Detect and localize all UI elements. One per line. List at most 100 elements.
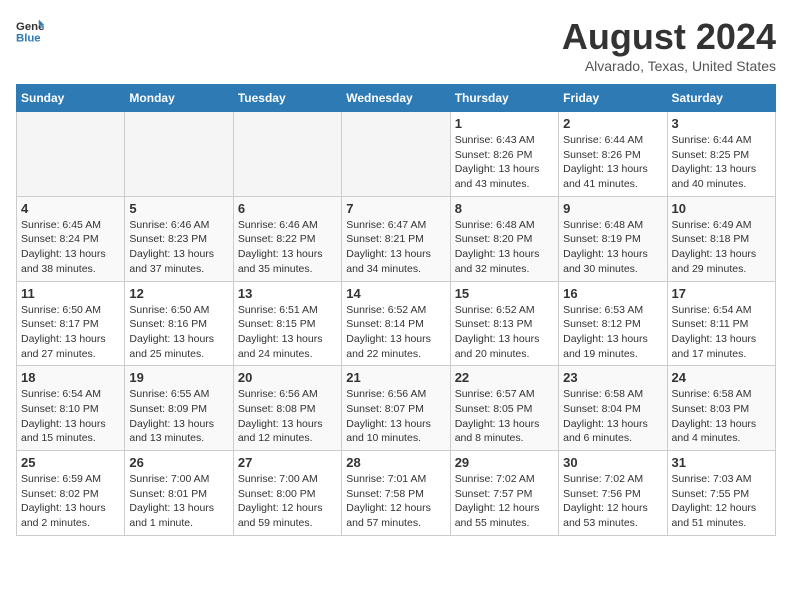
day-info: Sunrise: 7:02 AM Sunset: 7:56 PM Dayligh…: [563, 472, 662, 531]
title-area: August 2024 Alvarado, Texas, United Stat…: [562, 16, 776, 74]
day-header-thursday: Thursday: [450, 85, 558, 112]
day-info: Sunrise: 6:57 AM Sunset: 8:05 PM Dayligh…: [455, 387, 554, 446]
calendar-cell: 4 Sunrise: 6:45 AM Sunset: 8:24 PM Daylig…: [17, 196, 125, 281]
day-info: Sunrise: 6:53 AM Sunset: 8:12 PM Dayligh…: [563, 303, 662, 362]
day-number: 9: [563, 201, 662, 216]
day-info: Sunrise: 6:46 AM Sunset: 8:23 PM Dayligh…: [129, 218, 228, 277]
day-number: 14: [346, 286, 445, 301]
day-info: Sunrise: 7:01 AM Sunset: 7:58 PM Dayligh…: [346, 472, 445, 531]
day-info: Sunrise: 7:02 AM Sunset: 7:57 PM Dayligh…: [455, 472, 554, 531]
day-number: 6: [238, 201, 337, 216]
day-number: 31: [672, 455, 771, 470]
calendar-cell: 14 Sunrise: 6:52 AM Sunset: 8:14 PM Dayli…: [342, 281, 450, 366]
calendar-cell: 22 Sunrise: 6:57 AM Sunset: 8:05 PM Dayli…: [450, 366, 558, 451]
day-number: 2: [563, 116, 662, 131]
logo-icon: General Blue: [16, 16, 44, 44]
day-info: Sunrise: 6:47 AM Sunset: 8:21 PM Dayligh…: [346, 218, 445, 277]
day-number: 10: [672, 201, 771, 216]
calendar-week-row: 25 Sunrise: 6:59 AM Sunset: 8:02 PM Dayli…: [17, 451, 776, 536]
calendar-cell: 31 Sunrise: 7:03 AM Sunset: 7:55 PM Dayli…: [667, 451, 775, 536]
calendar-week-row: 1Sunrise: 6:43 AM Sunset: 8:26 PM Daylig…: [17, 112, 776, 197]
calendar-cell: [233, 112, 341, 197]
calendar-week-row: 4 Sunrise: 6:45 AM Sunset: 8:24 PM Daylig…: [17, 196, 776, 281]
day-number: 16: [563, 286, 662, 301]
day-header-wednesday: Wednesday: [342, 85, 450, 112]
calendar-cell: 19 Sunrise: 6:55 AM Sunset: 8:09 PM Dayli…: [125, 366, 233, 451]
calendar-cell: 15 Sunrise: 6:52 AM Sunset: 8:13 PM Dayli…: [450, 281, 558, 366]
day-info: Sunrise: 6:58 AM Sunset: 8:04 PM Dayligh…: [563, 387, 662, 446]
day-number: 5: [129, 201, 228, 216]
day-info: Sunrise: 6:50 AM Sunset: 8:17 PM Dayligh…: [21, 303, 120, 362]
calendar-cell: 27Sunrise: 7:00 AM Sunset: 8:00 PM Dayli…: [233, 451, 341, 536]
calendar-cell: 23 Sunrise: 6:58 AM Sunset: 8:04 PM Dayli…: [559, 366, 667, 451]
page-header: General Blue August 2024 Alvarado, Texas…: [16, 16, 776, 74]
calendar-cell: 1Sunrise: 6:43 AM Sunset: 8:26 PM Daylig…: [450, 112, 558, 197]
day-number: 18: [21, 370, 120, 385]
day-info: Sunrise: 6:56 AM Sunset: 8:08 PM Dayligh…: [238, 387, 337, 446]
day-number: 25: [21, 455, 120, 470]
day-info: Sunrise: 6:52 AM Sunset: 8:14 PM Dayligh…: [346, 303, 445, 362]
calendar-cell: 2Sunrise: 6:44 AM Sunset: 8:26 PM Daylig…: [559, 112, 667, 197]
day-number: 12: [129, 286, 228, 301]
day-info: Sunrise: 6:44 AM Sunset: 8:25 PM Dayligh…: [672, 133, 771, 192]
calendar-cell: 13Sunrise: 6:51 AM Sunset: 8:15 PM Dayli…: [233, 281, 341, 366]
day-info: Sunrise: 6:45 AM Sunset: 8:24 PM Dayligh…: [21, 218, 120, 277]
day-info: Sunrise: 6:48 AM Sunset: 8:19 PM Dayligh…: [563, 218, 662, 277]
day-number: 27: [238, 455, 337, 470]
day-info: Sunrise: 6:52 AM Sunset: 8:13 PM Dayligh…: [455, 303, 554, 362]
day-info: Sunrise: 7:03 AM Sunset: 7:55 PM Dayligh…: [672, 472, 771, 531]
calendar-cell: 12 Sunrise: 6:50 AM Sunset: 8:16 PM Dayli…: [125, 281, 233, 366]
calendar-cell: 7Sunrise: 6:47 AM Sunset: 8:21 PM Daylig…: [342, 196, 450, 281]
calendar-cell: 5 Sunrise: 6:46 AM Sunset: 8:23 PM Daylig…: [125, 196, 233, 281]
calendar-cell: 10 Sunrise: 6:49 AM Sunset: 8:18 PM Dayli…: [667, 196, 775, 281]
calendar-cell: [17, 112, 125, 197]
calendar-cell: 30Sunrise: 7:02 AM Sunset: 7:56 PM Dayli…: [559, 451, 667, 536]
day-number: 28: [346, 455, 445, 470]
calendar-cell: 18 Sunrise: 6:54 AM Sunset: 8:10 PM Dayli…: [17, 366, 125, 451]
day-number: 23: [563, 370, 662, 385]
day-number: 3: [672, 116, 771, 131]
day-number: 19: [129, 370, 228, 385]
day-header-saturday: Saturday: [667, 85, 775, 112]
subtitle: Alvarado, Texas, United States: [562, 58, 776, 74]
calendar-cell: [125, 112, 233, 197]
day-info: Sunrise: 6:59 AM Sunset: 8:02 PM Dayligh…: [21, 472, 120, 531]
logo: General Blue: [16, 16, 44, 44]
day-info: Sunrise: 6:49 AM Sunset: 8:18 PM Dayligh…: [672, 218, 771, 277]
calendar-week-row: 18 Sunrise: 6:54 AM Sunset: 8:10 PM Dayli…: [17, 366, 776, 451]
calendar-cell: 11 Sunrise: 6:50 AM Sunset: 8:17 PM Dayli…: [17, 281, 125, 366]
calendar-cell: 24Sunrise: 6:58 AM Sunset: 8:03 PM Dayli…: [667, 366, 775, 451]
main-title: August 2024: [562, 16, 776, 58]
day-number: 21: [346, 370, 445, 385]
day-info: Sunrise: 6:43 AM Sunset: 8:26 PM Dayligh…: [455, 133, 554, 192]
calendar-cell: 20 Sunrise: 6:56 AM Sunset: 8:08 PM Dayli…: [233, 366, 341, 451]
day-number: 4: [21, 201, 120, 216]
day-number: 11: [21, 286, 120, 301]
day-number: 22: [455, 370, 554, 385]
day-info: Sunrise: 6:55 AM Sunset: 8:09 PM Dayligh…: [129, 387, 228, 446]
day-info: Sunrise: 6:50 AM Sunset: 8:16 PM Dayligh…: [129, 303, 228, 362]
day-number: 15: [455, 286, 554, 301]
calendar-cell: [342, 112, 450, 197]
day-number: 8: [455, 201, 554, 216]
day-info: Sunrise: 6:48 AM Sunset: 8:20 PM Dayligh…: [455, 218, 554, 277]
calendar-cell: 16 Sunrise: 6:53 AM Sunset: 8:12 PM Dayli…: [559, 281, 667, 366]
calendar-cell: 17 Sunrise: 6:54 AM Sunset: 8:11 PM Dayli…: [667, 281, 775, 366]
day-number: 17: [672, 286, 771, 301]
calendar-cell: 9 Sunrise: 6:48 AM Sunset: 8:19 PM Daylig…: [559, 196, 667, 281]
day-info: Sunrise: 6:54 AM Sunset: 8:11 PM Dayligh…: [672, 303, 771, 362]
calendar-cell: 8 Sunrise: 6:48 AM Sunset: 8:20 PM Daylig…: [450, 196, 558, 281]
day-header-sunday: Sunday: [17, 85, 125, 112]
calendar-cell: 21 Sunrise: 6:56 AM Sunset: 8:07 PM Dayli…: [342, 366, 450, 451]
day-number: 29: [455, 455, 554, 470]
calendar-cell: 3 Sunrise: 6:44 AM Sunset: 8:25 PM Daylig…: [667, 112, 775, 197]
calendar-cell: 6Sunrise: 6:46 AM Sunset: 8:22 PM Daylig…: [233, 196, 341, 281]
day-number: 13: [238, 286, 337, 301]
day-header-tuesday: Tuesday: [233, 85, 341, 112]
day-number: 20: [238, 370, 337, 385]
day-info: Sunrise: 6:58 AM Sunset: 8:03 PM Dayligh…: [672, 387, 771, 446]
day-info: Sunrise: 6:56 AM Sunset: 8:07 PM Dayligh…: [346, 387, 445, 446]
calendar-cell: 28 Sunrise: 7:01 AM Sunset: 7:58 PM Dayli…: [342, 451, 450, 536]
day-info: Sunrise: 6:54 AM Sunset: 8:10 PM Dayligh…: [21, 387, 120, 446]
day-number: 26: [129, 455, 228, 470]
